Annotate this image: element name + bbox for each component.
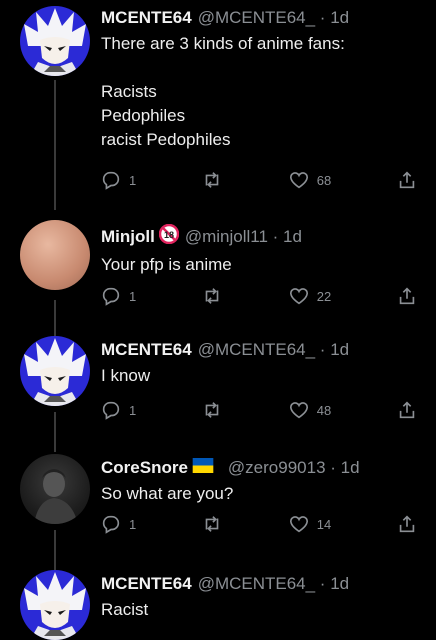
- reply-count: 1: [129, 402, 137, 418]
- like-button[interactable]: 68: [288, 169, 331, 191]
- like-count: 48: [316, 402, 332, 418]
- reply-count: 1: [129, 288, 137, 304]
- display-name[interactable]: Minjoll: [101, 227, 155, 247]
- reply-icon: [102, 401, 120, 420]
- share-icon: [399, 401, 415, 419]
- reply-count: 1: [129, 172, 137, 188]
- share-button[interactable]: [396, 513, 418, 535]
- avatar[interactable]: [20, 570, 90, 640]
- tweet-actions: 1 22: [100, 284, 418, 308]
- reply-icon: [102, 515, 120, 534]
- thread-line: [54, 530, 56, 570]
- heart-icon: [289, 516, 308, 533]
- share-icon: [399, 515, 415, 533]
- avatar[interactable]: [20, 6, 90, 76]
- thread-line: [54, 412, 56, 452]
- display-name[interactable]: CoreSnore: [101, 458, 188, 478]
- thread-line: [54, 300, 56, 340]
- reply-icon: [102, 287, 120, 306]
- retweet-icon: [205, 402, 219, 418]
- reply-button[interactable]: 1: [100, 513, 136, 535]
- avatar[interactable]: [20, 336, 90, 406]
- tweet-actions: 1 14: [100, 512, 418, 536]
- retweet-button[interactable]: [201, 169, 223, 191]
- retweet-button[interactable]: [201, 513, 223, 535]
- like-count: 22: [316, 288, 332, 304]
- tweet-text: There are 3 kinds of anime fans: Racists…: [101, 34, 345, 149]
- like-button[interactable]: 48: [288, 399, 331, 421]
- tweet-text: Racist: [101, 600, 149, 619]
- handle-and-time[interactable]: @MCENTE64_ · 1d: [198, 8, 349, 28]
- display-name[interactable]: MCENTE64: [101, 8, 192, 28]
- like-button[interactable]: 22: [288, 285, 331, 307]
- handle-and-time[interactable]: @zero99013 · 1d: [228, 458, 360, 478]
- heart-icon: [289, 402, 308, 419]
- handle-and-time[interactable]: @MCENTE64_ · 1d: [198, 340, 349, 360]
- reply-button[interactable]: 1: [100, 285, 136, 307]
- retweet-button[interactable]: [201, 399, 223, 421]
- like-button[interactable]: 14: [288, 513, 331, 535]
- retweet-icon: [205, 172, 219, 188]
- share-icon: [399, 287, 415, 305]
- tweet-text: So what are you?: [101, 484, 234, 503]
- thread-line: [54, 80, 56, 210]
- svg-text:18: 18: [164, 230, 174, 240]
- share-button[interactable]: [396, 399, 418, 421]
- ukraine-flag-icon: [192, 458, 214, 478]
- display-name[interactable]: MCENTE64: [101, 574, 192, 594]
- share-icon: [399, 171, 415, 189]
- share-button[interactable]: [396, 169, 418, 191]
- avatar[interactable]: [20, 220, 90, 290]
- retweet-icon: [205, 288, 219, 304]
- handle-and-time[interactable]: @MCENTE64_ · 1d: [198, 574, 349, 594]
- reply-icon: [102, 171, 120, 190]
- retweet-icon: [205, 516, 219, 532]
- tweet-text: Your pfp is anime: [101, 255, 232, 274]
- share-button[interactable]: [396, 285, 418, 307]
- heart-icon: [289, 288, 308, 305]
- reply-button[interactable]: 1: [100, 169, 136, 191]
- tweet-text: I know: [101, 366, 151, 385]
- tweet-actions: 1 48: [100, 398, 418, 422]
- retweet-button[interactable]: [201, 285, 223, 307]
- age-18-badge: 18: [158, 223, 180, 249]
- reply-button[interactable]: 1: [100, 399, 136, 421]
- handle-and-time[interactable]: @minjoll11 · 1d: [185, 227, 302, 247]
- like-count: 14: [316, 516, 332, 532]
- reply-count: 1: [129, 516, 137, 532]
- tweet-actions: 1 68: [100, 168, 418, 192]
- heart-icon: [289, 172, 308, 189]
- like-count: 68: [316, 172, 332, 188]
- display-name[interactable]: MCENTE64: [101, 340, 192, 360]
- avatar[interactable]: [20, 454, 90, 524]
